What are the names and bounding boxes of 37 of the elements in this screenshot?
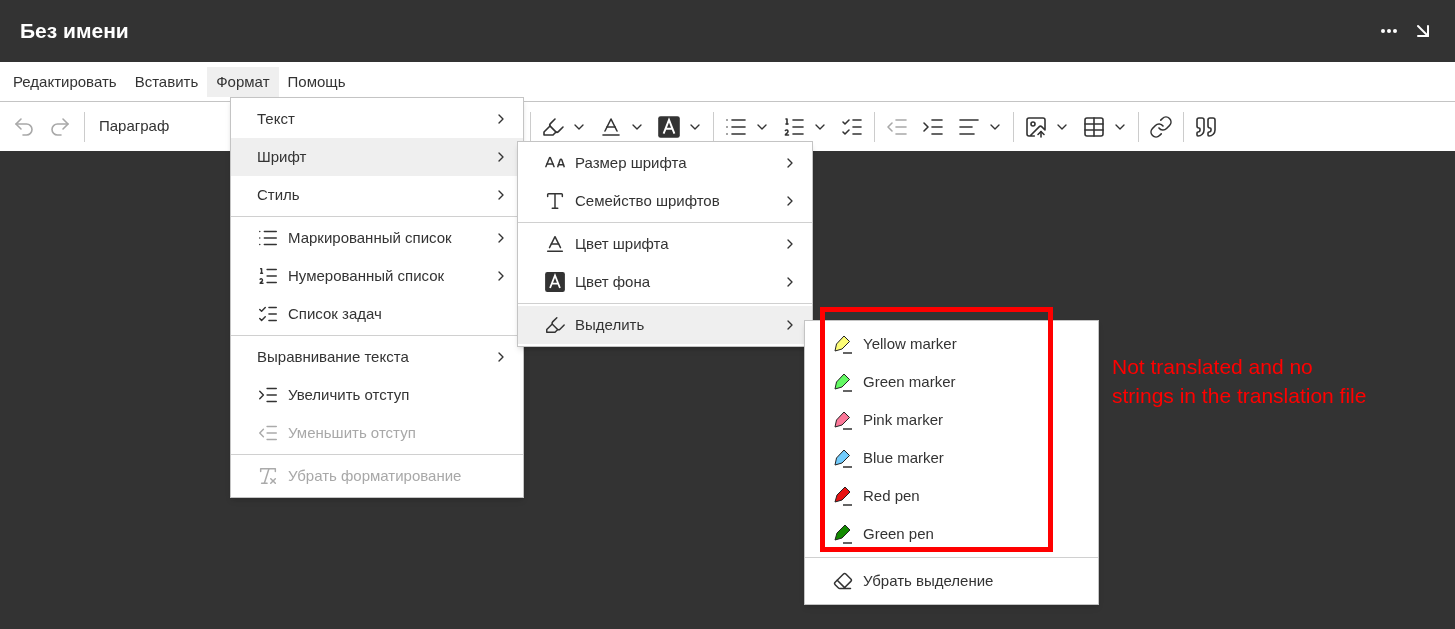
font-family-icon	[544, 190, 566, 212]
menu-item[interactable]: Шрифт	[231, 138, 523, 176]
menu-item[interactable]: Green marker	[805, 363, 1098, 401]
menu-bar-item[interactable]: Формат	[207, 67, 279, 97]
pen-icon	[833, 486, 853, 506]
background-color-icon	[544, 271, 566, 293]
menu-bar-item[interactable]: Помощь	[278, 67, 355, 97]
table-icon	[1082, 114, 1106, 139]
menu-item[interactable]: Pink marker	[805, 401, 1098, 439]
background-color-icon	[657, 114, 681, 139]
highlighter-icon	[544, 314, 566, 336]
menu-bar-item[interactable]: Вставить	[125, 67, 208, 97]
marker-icon	[833, 448, 853, 468]
quote-icon	[1194, 114, 1218, 139]
menu-item[interactable]: Выделить	[518, 306, 812, 344]
window-title: Без имени	[20, 18, 130, 45]
numbered-list-icon	[257, 265, 279, 287]
menu-item[interactable]: Green pen	[805, 515, 1098, 553]
marker-icon	[833, 334, 853, 354]
ellipsis-icon	[1381, 29, 1397, 33]
paragraph-dropdown[interactable]: Параграф	[91, 115, 178, 138]
annotation-text: Not translated and no strings in the translation file	[1112, 354, 1367, 409]
menu-bar-item[interactable]: Редактировать	[4, 67, 126, 97]
marker-icon	[833, 410, 853, 430]
menu-item[interactable]: Убрать выделение	[805, 562, 1098, 600]
font-color-icon	[544, 233, 566, 255]
menu-item[interactable]: Red pen	[805, 477, 1098, 515]
link-icon	[1149, 114, 1173, 139]
menu-item[interactable]: Увеличить отступ	[231, 376, 523, 414]
marker-icon	[833, 372, 853, 392]
menu-item[interactable]: Blue marker	[805, 439, 1098, 477]
menu-item[interactable]: Текст	[231, 100, 523, 138]
pen-icon	[833, 524, 853, 544]
more-button[interactable]	[1381, 29, 1397, 33]
remove-format-icon	[257, 465, 279, 487]
eraser-icon	[833, 571, 853, 591]
image-upload-icon	[1024, 114, 1048, 139]
